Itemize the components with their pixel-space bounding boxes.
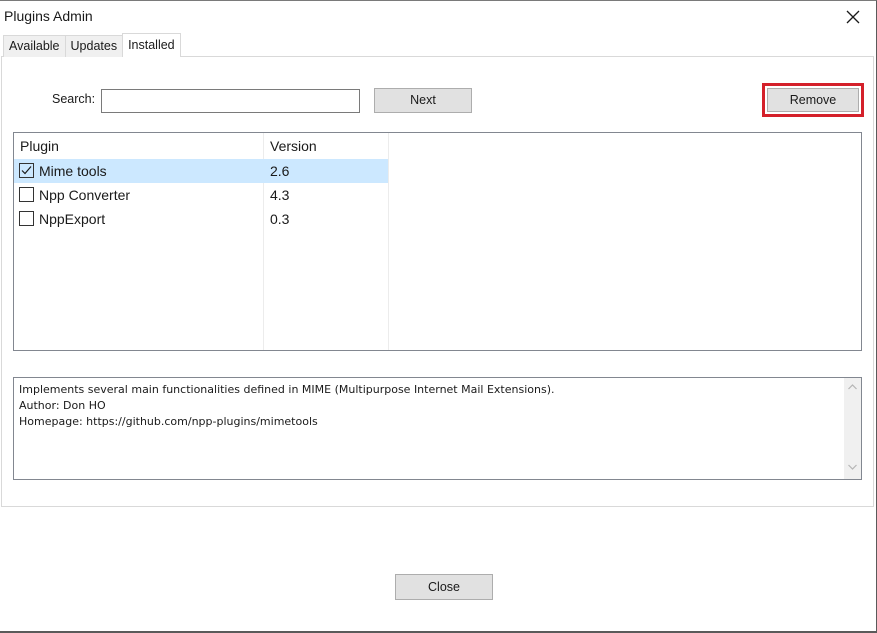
plugin-name: NppExport [39,211,106,227]
next-button[interactable]: Next [374,88,472,113]
plugin-list[interactable]: Plugin Version Mime tools 2.6 Npp Conver… [13,132,862,351]
column-header-version[interactable]: Version [270,138,317,154]
column-header-plugin[interactable]: Plugin [20,138,59,154]
chevron-up-icon [848,384,857,390]
search-label: Search: [52,92,96,106]
scroll-up-button[interactable] [844,380,861,397]
plugin-checkbox[interactable] [19,163,34,178]
checkmark-icon [21,166,32,175]
column-separator [388,133,389,350]
chevron-down-icon [848,464,857,470]
homepage-line: Homepage: https://github.com/npp-plugins… [19,415,318,428]
remove-button[interactable]: Remove [767,88,859,112]
list-row-npp-converter[interactable]: Npp Converter 4.3 [14,183,388,207]
scroll-down-button[interactable] [844,460,861,477]
plugin-name: Npp Converter [39,187,131,203]
tab-bar: Available Updates Installed [3,33,181,57]
plugins-admin-dialog: Plugins Admin Available Updates Installe… [0,0,877,633]
plugin-description-box[interactable]: Implements several main functionalities … [13,377,862,480]
close-button[interactable]: Close [395,574,493,600]
tab-installed[interactable]: Installed [122,33,181,57]
close-window-button[interactable] [843,7,863,27]
plugin-name: Mime tools [39,163,107,179]
list-row-mime-tools[interactable]: Mime tools 2.6 [14,159,388,183]
plugin-version: 0.3 [270,211,290,227]
author-line: Author: Don HO [19,399,106,412]
search-input[interactable] [101,89,360,113]
description-line: Implements several main functionalities … [19,383,555,396]
close-icon [846,10,860,24]
plugin-version: 2.6 [270,163,290,179]
dialog-title: Plugins Admin [4,8,93,24]
tab-available[interactable]: Available [3,35,66,57]
description-text: Implements several main functionalities … [19,382,554,430]
list-row-nppexport[interactable]: NppExport 0.3 [14,207,388,231]
description-scrollbar[interactable] [844,378,861,479]
plugin-version: 4.3 [270,187,290,203]
plugin-checkbox[interactable] [19,211,34,226]
list-header: Plugin Version [14,133,388,158]
tab-updates[interactable]: Updates [64,35,124,57]
plugin-checkbox[interactable] [19,187,34,202]
